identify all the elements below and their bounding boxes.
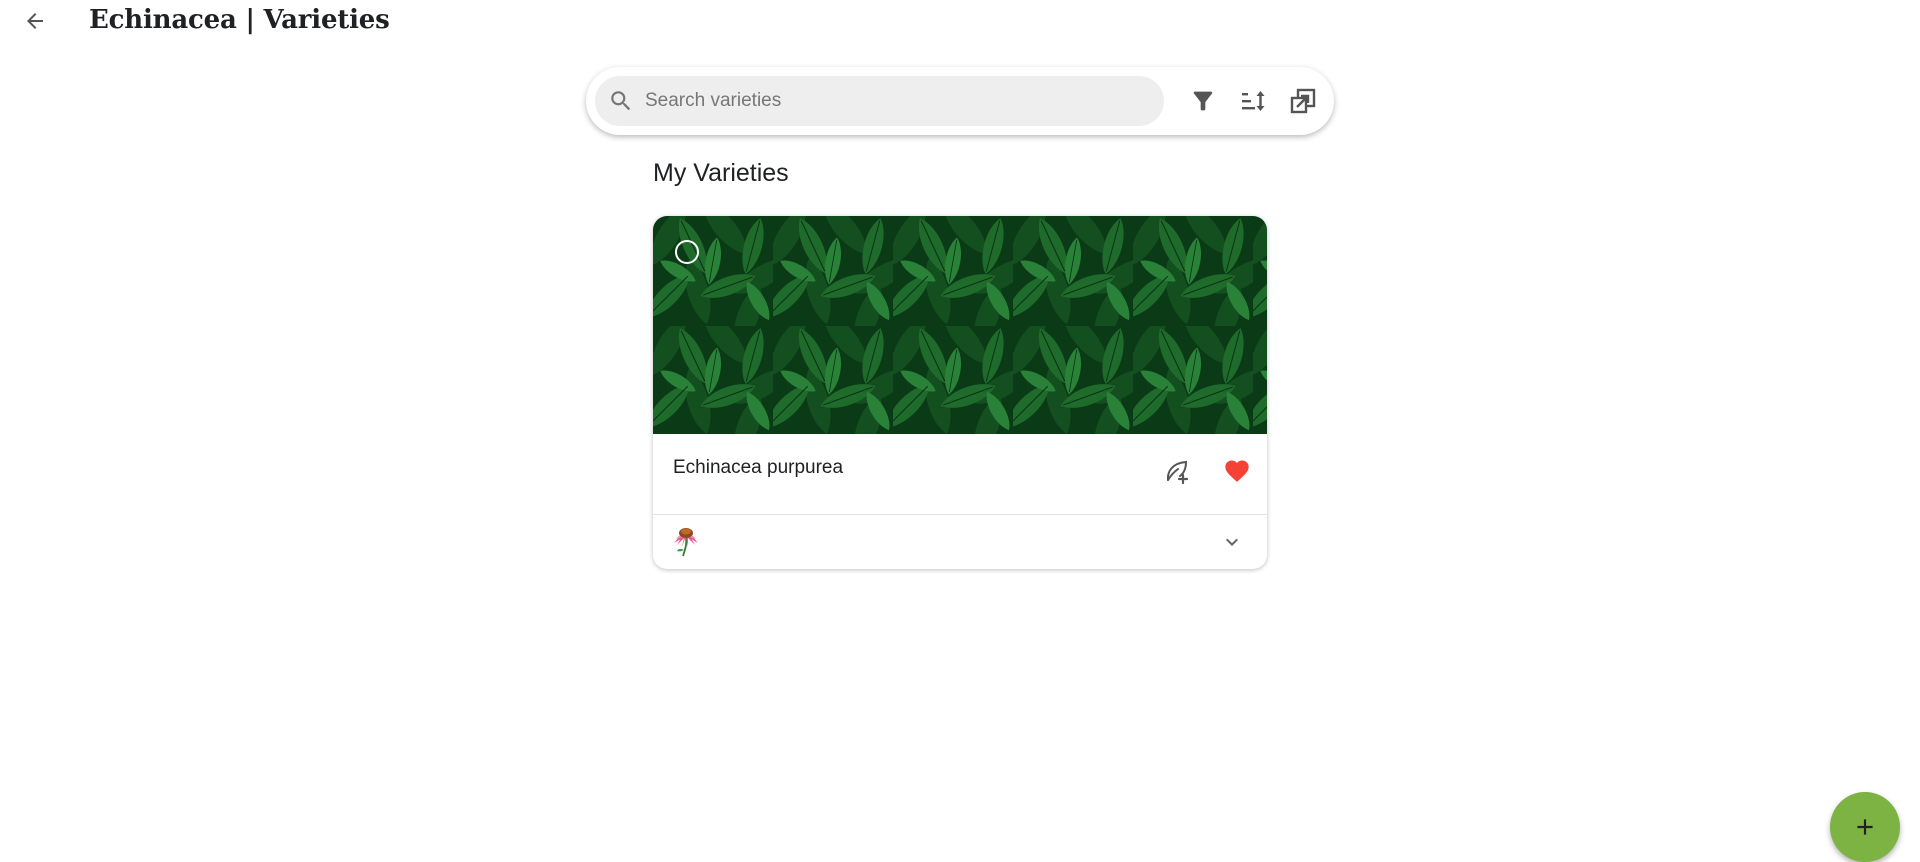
card-header: Echinacea purpurea <box>653 434 1267 515</box>
variety-image <box>653 216 1267 434</box>
section-title: My Varieties <box>653 159 789 187</box>
leaf-plus-icon <box>1166 460 1189 485</box>
arrow-left-icon <box>27 13 43 29</box>
add-variety-button[interactable] <box>1830 792 1900 862</box>
sort-icon <box>1242 91 1265 111</box>
heart-icon <box>1225 460 1249 482</box>
search-icon <box>608 88 634 114</box>
add-plant-button[interactable] <box>1160 454 1194 488</box>
favorite-button[interactable] <box>1220 454 1254 488</box>
page-title: Echinacea | Varieties <box>89 5 390 35</box>
variety-name: Echinacea purpurea <box>673 457 844 478</box>
search-field[interactable] <box>595 76 1164 126</box>
view-mode-button[interactable] <box>1286 84 1320 118</box>
filter-icon <box>1193 91 1213 111</box>
app-bar: Echinacea | Varieties <box>0 0 1920 44</box>
search-toolbar <box>586 67 1334 135</box>
back-button[interactable] <box>18 6 52 36</box>
filter-button[interactable] <box>1186 84 1220 118</box>
select-checkbox[interactable] <box>675 240 699 264</box>
sort-button[interactable] <box>1236 84 1270 118</box>
variety-card[interactable]: Echinacea purpurea <box>653 216 1267 569</box>
flower-badge <box>669 524 703 558</box>
coneflower-icon <box>674 528 698 557</box>
chevron-down-icon <box>1226 538 1238 546</box>
expand-button[interactable] <box>1215 525 1249 559</box>
plus-icon <box>1857 819 1873 835</box>
card-footer <box>653 515 1267 569</box>
search-input[interactable] <box>645 90 1145 112</box>
open-in-new-icon <box>1290 88 1316 114</box>
